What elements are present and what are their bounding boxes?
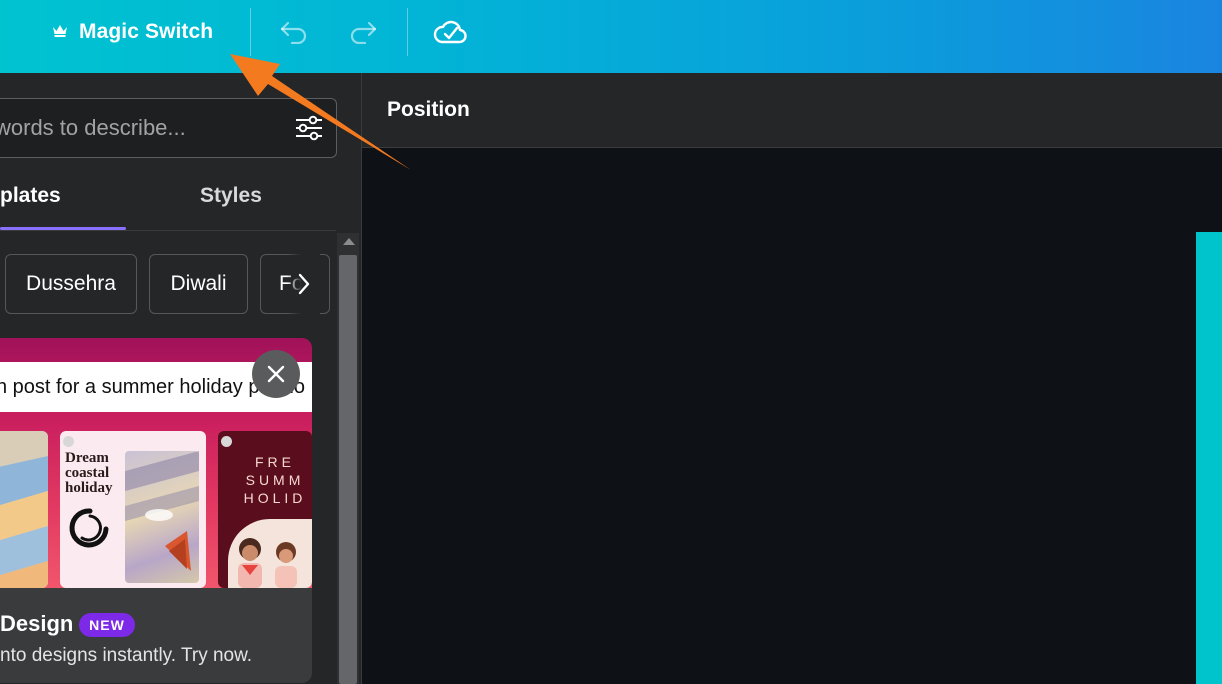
kids-photo <box>228 519 312 588</box>
tabs-divider <box>0 230 336 231</box>
thumbnail-dot <box>221 436 232 447</box>
canvas-page-edge[interactable] <box>1196 232 1222 684</box>
toolbar-divider <box>407 8 408 56</box>
close-button[interactable] <box>252 350 300 398</box>
crown-icon <box>52 23 68 42</box>
left-panel: plates Styles Dussehra Diwali Fo n post … <box>0 73 361 684</box>
toolbar-divider <box>250 8 251 56</box>
chip-dussehra[interactable]: Dussehra <box>5 254 137 314</box>
chevron-right-icon <box>298 273 309 295</box>
scroll-up-arrow[interactable] <box>343 238 355 245</box>
redo-button[interactable] <box>345 14 381 50</box>
chips-next-button[interactable] <box>287 254 320 314</box>
redo-icon <box>350 21 377 44</box>
search-input[interactable] <box>0 99 271 157</box>
template-thumbnail <box>0 431 48 588</box>
template-thumbnail: Dream coastal holiday <box>60 431 206 588</box>
thumbnail-headline: Dream coastal holiday <box>65 450 113 496</box>
undo-icon <box>280 21 307 44</box>
chip-diwali[interactable]: Diwali <box>149 254 248 314</box>
promo-description: nto designs instantly. Try now. <box>0 645 253 666</box>
magic-design-promo-card[interactable]: n post for a summer holiday promo Dream … <box>0 338 312 683</box>
magic-switch-label: Magic Switch <box>79 20 214 43</box>
save-status-button[interactable] <box>432 14 468 50</box>
tab-templates[interactable]: plates <box>0 184 61 230</box>
beach-photo <box>125 451 199 583</box>
panel-divider <box>361 73 362 684</box>
search-box <box>0 98 337 158</box>
thumbnail-dot <box>63 436 74 447</box>
top-bar: Magic Switch <box>0 0 1222 73</box>
filter-button[interactable] <box>294 113 324 143</box>
cloud-saved-icon <box>433 20 467 44</box>
promo-title: Design <box>0 611 74 636</box>
magic-switch-button[interactable]: Magic Switch <box>52 15 213 49</box>
close-icon <box>267 365 285 383</box>
position-panel-header: Position <box>362 73 1222 148</box>
scrollbar-thumb[interactable] <box>339 255 357 684</box>
position-title: Position <box>387 98 470 121</box>
template-thumbnail: FRE SUMM HOLID <box>218 431 312 588</box>
new-badge: NEW <box>79 613 135 637</box>
sliders-icon <box>296 115 322 141</box>
thumbnail-headline: FRE SUMM HOLID <box>243 454 307 506</box>
umbrella-illustration <box>0 431 48 588</box>
undo-button[interactable] <box>276 14 312 50</box>
tab-styles[interactable]: Styles <box>200 184 262 230</box>
brush-circle-icon <box>69 508 109 548</box>
